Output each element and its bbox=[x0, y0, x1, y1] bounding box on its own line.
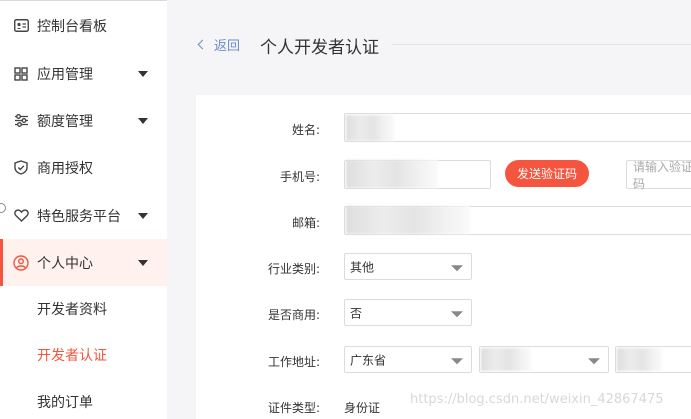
shield-check-icon bbox=[13, 160, 29, 176]
sidebar-item-dashboard[interactable]: 控制台看板 bbox=[0, 2, 167, 49]
dropdown-arrow-icon bbox=[451, 357, 463, 364]
sidebar-subitem-label: 开发者认证 bbox=[37, 348, 107, 364]
sidebar-item-label: 额度管理 bbox=[37, 113, 93, 130]
commercial-select-value: 否 bbox=[350, 306, 363, 320]
watermark: https://blog.csdn.net/weixin_42867475 bbox=[410, 392, 664, 407]
phone-label: 手机号: bbox=[279, 170, 320, 184]
dropdown-arrow-icon bbox=[451, 310, 463, 317]
dropdown-arrow-icon bbox=[588, 357, 600, 364]
chevron-left-icon bbox=[197, 39, 208, 49]
city-redacted bbox=[481, 348, 531, 371]
district-redacted bbox=[617, 348, 662, 371]
caret-down-icon bbox=[138, 117, 148, 124]
sidebar-item-label: 特色服务平台 bbox=[37, 208, 121, 225]
verification-code-placeholder: 请输入验证码 bbox=[633, 159, 691, 191]
sidebar-item-app-management[interactable]: 应用管理 bbox=[0, 50, 167, 97]
sidebar: 控制台看板 应用管理 额度管理 商用授权 特色服务平台 个人中心 开发者资料 开… bbox=[0, 0, 167, 419]
send-code-button[interactable]: 发送验证码 bbox=[505, 160, 589, 187]
sidebar-item-label: 应用管理 bbox=[37, 66, 93, 83]
caret-down-icon bbox=[138, 259, 148, 266]
grid-icon bbox=[13, 66, 29, 82]
sidebar-subitem-my-orders[interactable]: 我的订单 bbox=[0, 379, 167, 419]
industry-select[interactable]: 其他 bbox=[344, 253, 472, 280]
dropdown-arrow-icon bbox=[451, 264, 463, 271]
heart-icon bbox=[13, 208, 29, 224]
id-type-value: 身份证 bbox=[344, 401, 381, 415]
province-select[interactable]: 广东省 bbox=[344, 346, 472, 373]
title-divider bbox=[392, 44, 691, 45]
name-label: 姓名: bbox=[291, 123, 320, 137]
verification-code-input[interactable]: 请输入验证码 bbox=[626, 159, 691, 191]
province-select-value: 广东省 bbox=[350, 353, 387, 367]
page-title: 个人开发者认证 bbox=[260, 38, 379, 58]
commercial-label: 是否商用: bbox=[267, 308, 320, 322]
sidebar-item-label: 商用授权 bbox=[37, 160, 93, 177]
back-link[interactable]: 返回 bbox=[197, 34, 240, 54]
dashboard-icon bbox=[13, 18, 29, 34]
commercial-select[interactable]: 否 bbox=[344, 299, 472, 326]
phone-redacted bbox=[346, 160, 438, 188]
sidebar-item-featured-services[interactable]: 特色服务平台 bbox=[0, 192, 167, 239]
email-label: 邮箱: bbox=[291, 216, 320, 230]
sidebar-subitem-developer-profile[interactable]: 开发者资料 bbox=[0, 286, 167, 332]
name-redacted bbox=[346, 115, 394, 141]
caret-down-icon bbox=[138, 212, 148, 219]
address-label: 工作地址: bbox=[267, 355, 320, 369]
sidebar-item-label: 控制台看板 bbox=[37, 18, 107, 35]
id-type-label: 证件类型: bbox=[267, 401, 320, 415]
sidebar-item-label: 个人中心 bbox=[37, 255, 93, 272]
sidebar-subitem-label: 我的订单 bbox=[37, 395, 93, 411]
name-input[interactable] bbox=[344, 113, 691, 142]
sidebar-item-commercial-license[interactable]: 商用授权 bbox=[0, 144, 167, 191]
industry-select-value: 其他 bbox=[350, 260, 375, 274]
sidebar-subitem-developer-verification[interactable]: 开发者认证 bbox=[0, 332, 167, 378]
industry-label: 行业类别: bbox=[267, 262, 320, 276]
caret-down-icon bbox=[138, 70, 148, 77]
back-label: 返回 bbox=[214, 38, 241, 54]
sidebar-subitem-label: 开发者资料 bbox=[37, 302, 107, 318]
sidebar-item-quota-management[interactable]: 额度管理 bbox=[0, 97, 167, 144]
sliders-icon bbox=[13, 113, 29, 129]
sidebar-item-personal-center[interactable]: 个人中心 bbox=[0, 239, 167, 286]
user-circle-icon bbox=[13, 254, 29, 271]
email-redacted bbox=[346, 206, 470, 234]
